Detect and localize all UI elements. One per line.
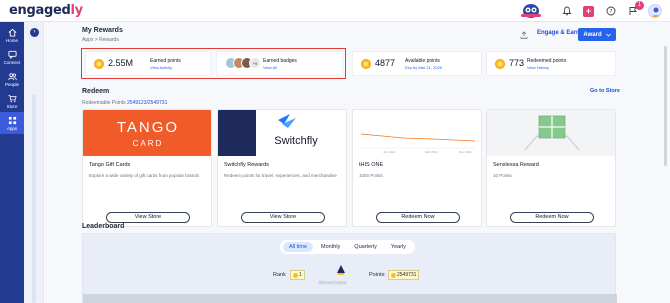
top-bar: engagedly + ? 1 [0, 0, 670, 22]
chart-tick-label: Dec 2024 [459, 150, 472, 154]
period-tabs: All time Monthly Quarterly Yearly [280, 240, 416, 254]
expand-button[interactable]: › [30, 28, 39, 37]
flag-icon[interactable]: 1 [626, 0, 644, 18]
available-points-label: Available points [405, 58, 440, 64]
tab-yearly[interactable]: Yearly [385, 242, 412, 252]
svg-text:?: ? [609, 9, 612, 15]
chat-icon [7, 50, 17, 59]
cart-icon [7, 94, 17, 102]
available-points-card: 4877 Available points Exp by Mar 21, 202… [352, 51, 482, 76]
leaderboard-footer-bar [83, 294, 617, 303]
highlight-box [81, 48, 346, 79]
redeemable-label: Redeemable Points [82, 100, 126, 106]
top-icons: + ? 1 [519, 0, 662, 20]
coin-icon [361, 59, 371, 69]
engage-earn-button[interactable]: Engage & Earn [537, 30, 580, 36]
award-button-label: Award [583, 31, 602, 38]
rank-label: Rank [273, 272, 286, 278]
award-button[interactable]: Award [578, 28, 616, 41]
breadcrumb[interactable]: Apps > Rewards [82, 37, 119, 43]
sidebar-item-label: Apps [6, 125, 18, 131]
sidebar-item-label: Connect [3, 59, 21, 65]
chevron-down-icon [605, 33, 611, 37]
mini-chart-image: Jun 2024 Mar 2024 Dec 2024 [353, 110, 481, 156]
home-icon [8, 28, 16, 37]
left-sidebar: Home Connect People Store Apps [0, 22, 24, 303]
sidebar-item-label: Store [6, 103, 18, 109]
leader-name: Blurred Name [319, 280, 347, 285]
redeemable-points: Redeemable Points 2549123/2549731 [82, 100, 167, 106]
redeem-now-button[interactable]: Redeem Now [376, 212, 460, 223]
people-icon [7, 72, 17, 80]
go-to-store-link[interactable]: Go to Store [590, 88, 620, 94]
leaderboard-panel: All time Monthly Quarterly Yearly Rank 1… [82, 233, 617, 303]
sidebar-item-label: Home [5, 37, 18, 43]
view-store-button[interactable]: View Store [241, 212, 325, 223]
sidebar-item-connect[interactable]: Connect [0, 46, 24, 68]
reward-card-switchfly[interactable]: Switchfly Switchfly Rewards Redeem point… [217, 109, 347, 227]
tango-card-image: TANGO CARD [83, 110, 211, 156]
page-scrollbar[interactable] [664, 46, 667, 166]
card-title: Switchfly Rewards [224, 162, 269, 168]
tango-brand-line1: TANGO [117, 119, 179, 136]
upload-icon[interactable] [520, 31, 528, 39]
sidebar-item-people[interactable]: People [0, 68, 24, 90]
card-title: Tango Gift Cards [89, 162, 131, 168]
tab-quarterly[interactable]: Quarterly [348, 242, 383, 252]
card-description: Explore a wide variety of gift cards fro… [89, 173, 200, 178]
bell-icon[interactable] [560, 5, 573, 18]
available-points-value: 4877 [375, 58, 396, 68]
card-description: 10 Points [493, 173, 512, 178]
redeemed-points-label: Redeemed points [527, 58, 567, 64]
redeemable-value: 2549123/2549731 [127, 100, 168, 106]
secondary-strip: › [24, 22, 44, 303]
switchfly-image: Switchfly [218, 110, 346, 156]
sidebar-item-label: People [4, 81, 19, 87]
sidebar-item-store[interactable]: Store [0, 90, 24, 112]
points-badge: 2549731 [388, 270, 420, 280]
card-title: tHIS ONE [359, 162, 384, 168]
card-description: Redeem points for travel, experiences, a… [224, 173, 337, 178]
chart-tick-label: Mar 2024 [425, 150, 438, 154]
redeemed-points-card: 773 Redeemed points View History [486, 51, 616, 76]
tango-brand-line2: CARD [133, 139, 164, 148]
sidebar-item-home[interactable]: Home [0, 24, 24, 46]
apps-icon [8, 116, 16, 124]
tab-monthly[interactable]: Monthly [315, 242, 346, 252]
rank-badge: 1 [290, 270, 305, 280]
strip-track [32, 94, 36, 303]
leaderboard-heading: Leaderboard [82, 223, 125, 230]
redeemed-points-value: 773 [509, 58, 525, 68]
rank-value: 1 [299, 272, 302, 278]
coin-icon [495, 59, 505, 69]
view-history-link[interactable]: View History [527, 65, 549, 70]
redeem-now-button[interactable]: Redeem Now [510, 212, 594, 223]
reward-card-this-one[interactable]: Jun 2024 Mar 2024 Dec 2024 tHIS ONE 1000… [352, 109, 482, 227]
leader-avatar[interactable] [335, 264, 347, 276]
points-label: Points: [369, 272, 386, 278]
view-store-button[interactable]: View Store [106, 212, 190, 223]
card-title: Senslessa Reward [493, 162, 539, 168]
help-icon[interactable]: ? [604, 5, 617, 18]
redeem-heading: Redeem [82, 88, 110, 95]
card-description: 1000 Points [359, 173, 383, 178]
tab-all-time[interactable]: All time [283, 242, 314, 252]
chart-tick-label: Jun 2024 [383, 150, 396, 154]
reward-card-senslessa[interactable]: Senslessa Reward 10 Points Redeem Now [486, 109, 616, 227]
switchfly-brand: Switchfly [274, 135, 318, 147]
reward-card-tango[interactable]: TANGO CARD Tango Gift Cards Explore a wi… [82, 109, 212, 227]
main-content: My Rewards Apps > Rewards Engage & Earn … [44, 22, 670, 303]
gift-image [487, 110, 615, 156]
mascot-icon[interactable] [519, 2, 543, 20]
page-title: My Rewards [82, 27, 123, 34]
add-icon[interactable]: + [582, 5, 595, 18]
star-icon [293, 272, 298, 278]
user-avatar[interactable] [648, 4, 662, 18]
points-value: 2549731 [397, 272, 417, 278]
expiry-link[interactable]: Exp by Mar 21, 2026 [405, 65, 442, 70]
notification-badge: 1 [635, 0, 644, 10]
coin-icon [391, 272, 396, 278]
app-logo[interactable]: engagedly [9, 3, 83, 18]
sidebar-item-apps[interactable]: Apps [0, 112, 24, 134]
